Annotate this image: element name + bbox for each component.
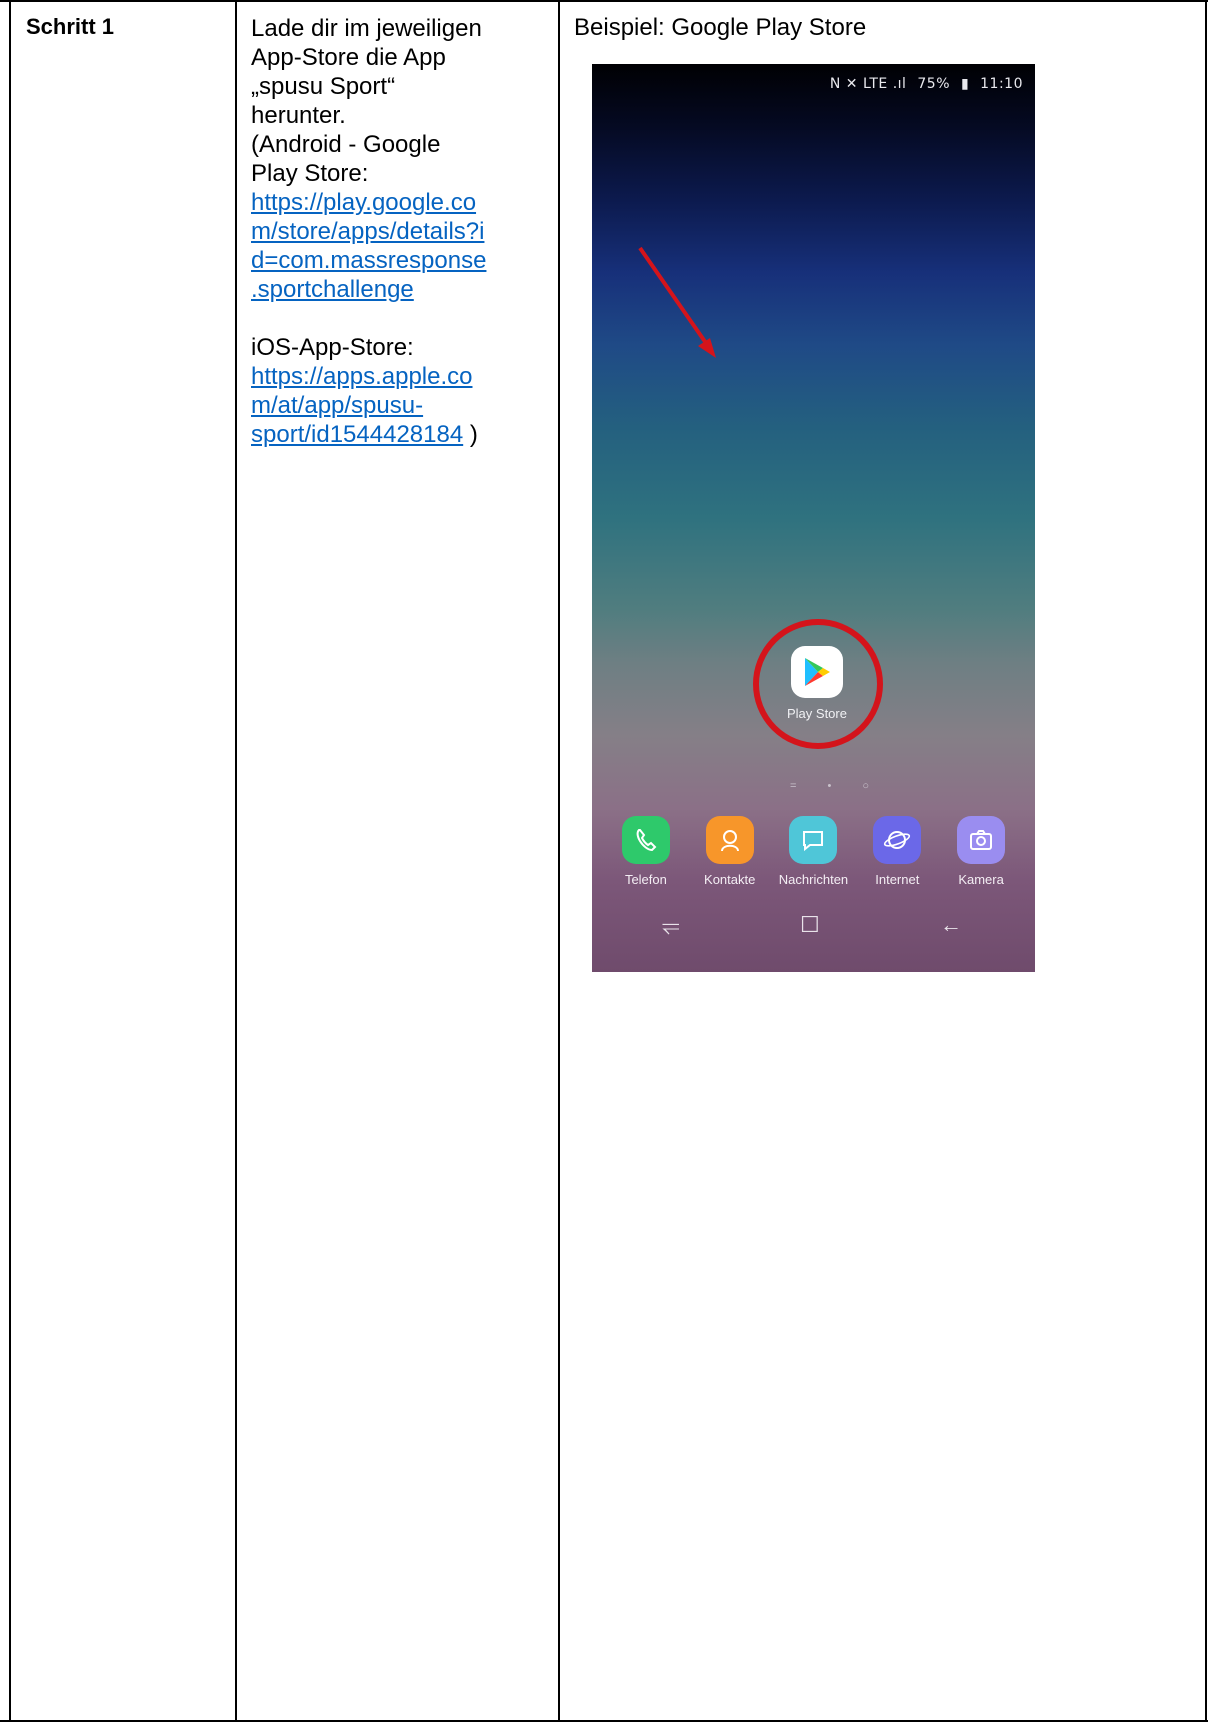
camera-icon (957, 816, 1006, 864)
android-store-link[interactable]: .sportchallenge (251, 276, 414, 303)
closing-paren: ) (463, 421, 478, 448)
navigation-bar: ⥫ ☐ ← (662, 912, 962, 938)
phone-screenshot: N ✕ LTE .ıl 75% ▮ 11:10 Play Store = • ○… (592, 64, 1035, 972)
dock-label: Kontakte (704, 872, 756, 887)
dock-item-nachrichten[interactable]: Nachrichten (772, 816, 856, 887)
column-divider-2 (558, 0, 560, 1722)
column-divider-1 (235, 0, 237, 1722)
instruction-line: (Android - Google (251, 131, 441, 158)
dock-label: Telefon (624, 872, 667, 887)
step-label: Schritt 1 (26, 14, 115, 39)
dock-item-kontakte[interactable]: Kontakte (688, 816, 772, 887)
android-store-link[interactable]: m/store/apps/details?i (251, 218, 484, 245)
instructions: Lade dir im jeweiligen App-Store die App… (251, 14, 541, 449)
dock-label: Nachrichten (778, 872, 849, 887)
dock-label: Internet (875, 872, 920, 887)
android-link-line: https://play.google.co (251, 188, 541, 217)
message-icon (789, 816, 838, 864)
ios-store-link[interactable]: m/at/app/spusu- (251, 392, 423, 419)
dock-item-internet[interactable]: Internet (855, 816, 939, 887)
globe-icon (873, 816, 922, 864)
table-right-border (1205, 0, 1207, 1722)
android-link-line: .sportchallenge (251, 275, 541, 304)
ios-link-line: m/at/app/spusu- (251, 391, 541, 420)
dock-item-telefon[interactable]: Telefon (604, 816, 688, 887)
home-icon[interactable]: ☐ (800, 912, 820, 938)
instruction-line: Play Store: (251, 160, 369, 187)
ios-link-line: https://apps.apple.co (251, 362, 541, 391)
phone-icon (621, 816, 670, 864)
instruction-line: App-Store die App (251, 44, 446, 71)
instruction-line: Lade dir im jeweiligen (251, 15, 482, 42)
android-store-link[interactable]: d=com.massresponse (251, 247, 486, 274)
instruction-line: „spusu Sport“ (251, 73, 396, 100)
back-icon[interactable]: ← (940, 912, 962, 938)
highlight-circle (753, 619, 883, 749)
android-link-line: d=com.massresponse (251, 246, 541, 275)
dock-label: Kamera (958, 872, 1004, 887)
recent-apps-icon[interactable]: ⥫ (662, 912, 680, 938)
example-title: Beispiel: Google Play Store (574, 14, 867, 41)
table-left-border (9, 0, 11, 1722)
ios-link-line: sport/id1544428184 ) (251, 420, 541, 449)
contacts-icon (705, 816, 754, 864)
android-store-link[interactable]: https://play.google.co (251, 189, 476, 216)
ios-label: iOS-App-Store: (251, 334, 414, 361)
instruction-line: herunter. (251, 102, 346, 129)
ios-store-link[interactable]: sport/id1544428184 (251, 421, 463, 448)
page-indicator: = • ○ (790, 780, 884, 792)
dock-item-kamera[interactable]: Kamera (939, 816, 1023, 887)
app-dock: Telefon Kontakte Nachrichten Internet Ka… (604, 816, 1023, 887)
table-top-border (0, 0, 1208, 2)
ios-store-link[interactable]: https://apps.apple.co (251, 363, 472, 390)
android-link-line: m/store/apps/details?i (251, 217, 541, 246)
